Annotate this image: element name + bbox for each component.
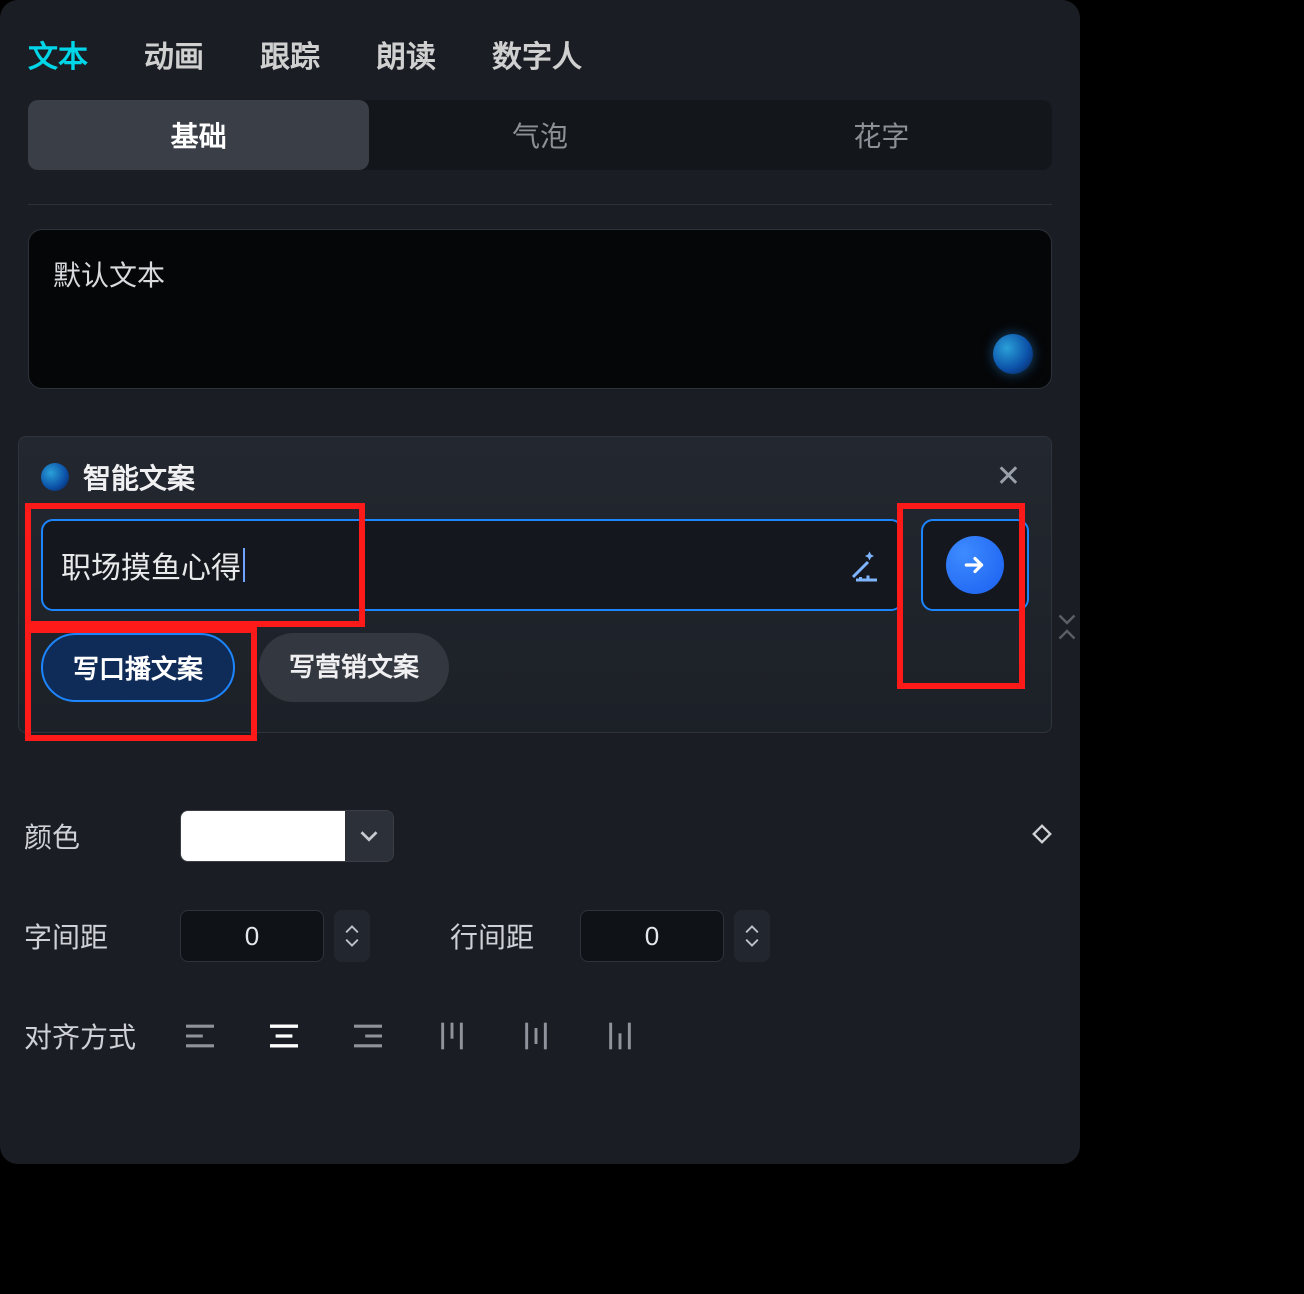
letter-spacing-label: 字间距	[24, 916, 180, 956]
smart-copy-title: 智能文案	[83, 457, 974, 497]
close-icon[interactable]: ✕	[988, 458, 1029, 496]
align-right-icon[interactable]	[348, 1016, 388, 1056]
color-dropdown[interactable]	[345, 811, 393, 861]
scroll-indicator-icon	[1058, 614, 1076, 640]
text-content-input[interactable]: 默认文本	[28, 229, 1052, 389]
vertical-align-middle-icon[interactable]	[516, 1016, 556, 1056]
text-style-controls: 颜色 字间距 0 行间距 0	[24, 808, 1056, 1108]
send-button[interactable]	[946, 536, 1004, 594]
line-spacing-stepper[interactable]	[734, 910, 770, 962]
letter-spacing-input[interactable]: 0	[180, 910, 324, 962]
ai-assist-button[interactable]	[993, 334, 1033, 374]
chip-oral-copy[interactable]: 写口播文案	[41, 633, 235, 702]
divider	[28, 204, 1052, 205]
tab-animation[interactable]: 动画	[144, 32, 204, 76]
tab-tracking[interactable]: 跟踪	[260, 32, 320, 76]
line-spacing-label: 行间距	[450, 916, 580, 956]
sub-tab-fancy-text[interactable]: 花字	[711, 100, 1052, 170]
smart-copy-popup: 智能文案 ✕ 职场摸鱼心得	[18, 436, 1052, 733]
prompt-input[interactable]: 职场摸鱼心得	[41, 519, 903, 611]
magic-wand-icon[interactable]	[847, 547, 883, 583]
color-label: 颜色	[24, 816, 180, 856]
chevron-down-icon	[360, 827, 378, 845]
color-picker[interactable]	[180, 810, 394, 862]
vertical-align-top-icon[interactable]	[432, 1016, 472, 1056]
color-swatch-value[interactable]	[181, 811, 345, 861]
align-left-icon[interactable]	[180, 1016, 220, 1056]
sub-tab-bar: 基础 气泡 花字	[28, 100, 1052, 170]
sub-tab-basic[interactable]: 基础	[28, 100, 369, 170]
chevron-down-icon	[745, 937, 759, 947]
tab-text[interactable]: 文本	[28, 32, 88, 76]
chevron-up-icon	[745, 925, 759, 935]
copy-type-chips: 写口播文案 写营销文案	[41, 633, 1029, 702]
keyframe-diamond-icon[interactable]	[1028, 820, 1056, 853]
text-properties-panel: 文本 动画 跟踪 朗读 数字人 基础 气泡 花字 默认文本 智能文案 ✕ 职场摸…	[0, 0, 1080, 1164]
line-spacing-input[interactable]: 0	[580, 910, 724, 962]
sub-tab-bubble[interactable]: 气泡	[369, 100, 710, 170]
prompt-input-value: 职场摸鱼心得	[61, 543, 837, 587]
chip-marketing-copy[interactable]: 写营销文案	[259, 633, 449, 702]
letter-spacing-stepper[interactable]	[334, 910, 370, 962]
align-center-icon[interactable]	[264, 1016, 304, 1056]
alignment-label: 对齐方式	[24, 1016, 180, 1056]
send-button-wrap	[921, 519, 1029, 611]
chevron-down-icon	[345, 937, 359, 947]
arrow-right-icon	[962, 552, 988, 578]
top-tab-bar: 文本 动画 跟踪 朗读 数字人	[0, 0, 1080, 100]
chevron-up-icon	[345, 925, 359, 935]
vertical-align-bottom-icon[interactable]	[600, 1016, 640, 1056]
tab-read-aloud[interactable]: 朗读	[376, 32, 436, 76]
tab-digital-human[interactable]: 数字人	[492, 32, 582, 76]
ai-orb-icon	[41, 463, 69, 491]
text-content-value: 默认文本	[53, 254, 1027, 294]
